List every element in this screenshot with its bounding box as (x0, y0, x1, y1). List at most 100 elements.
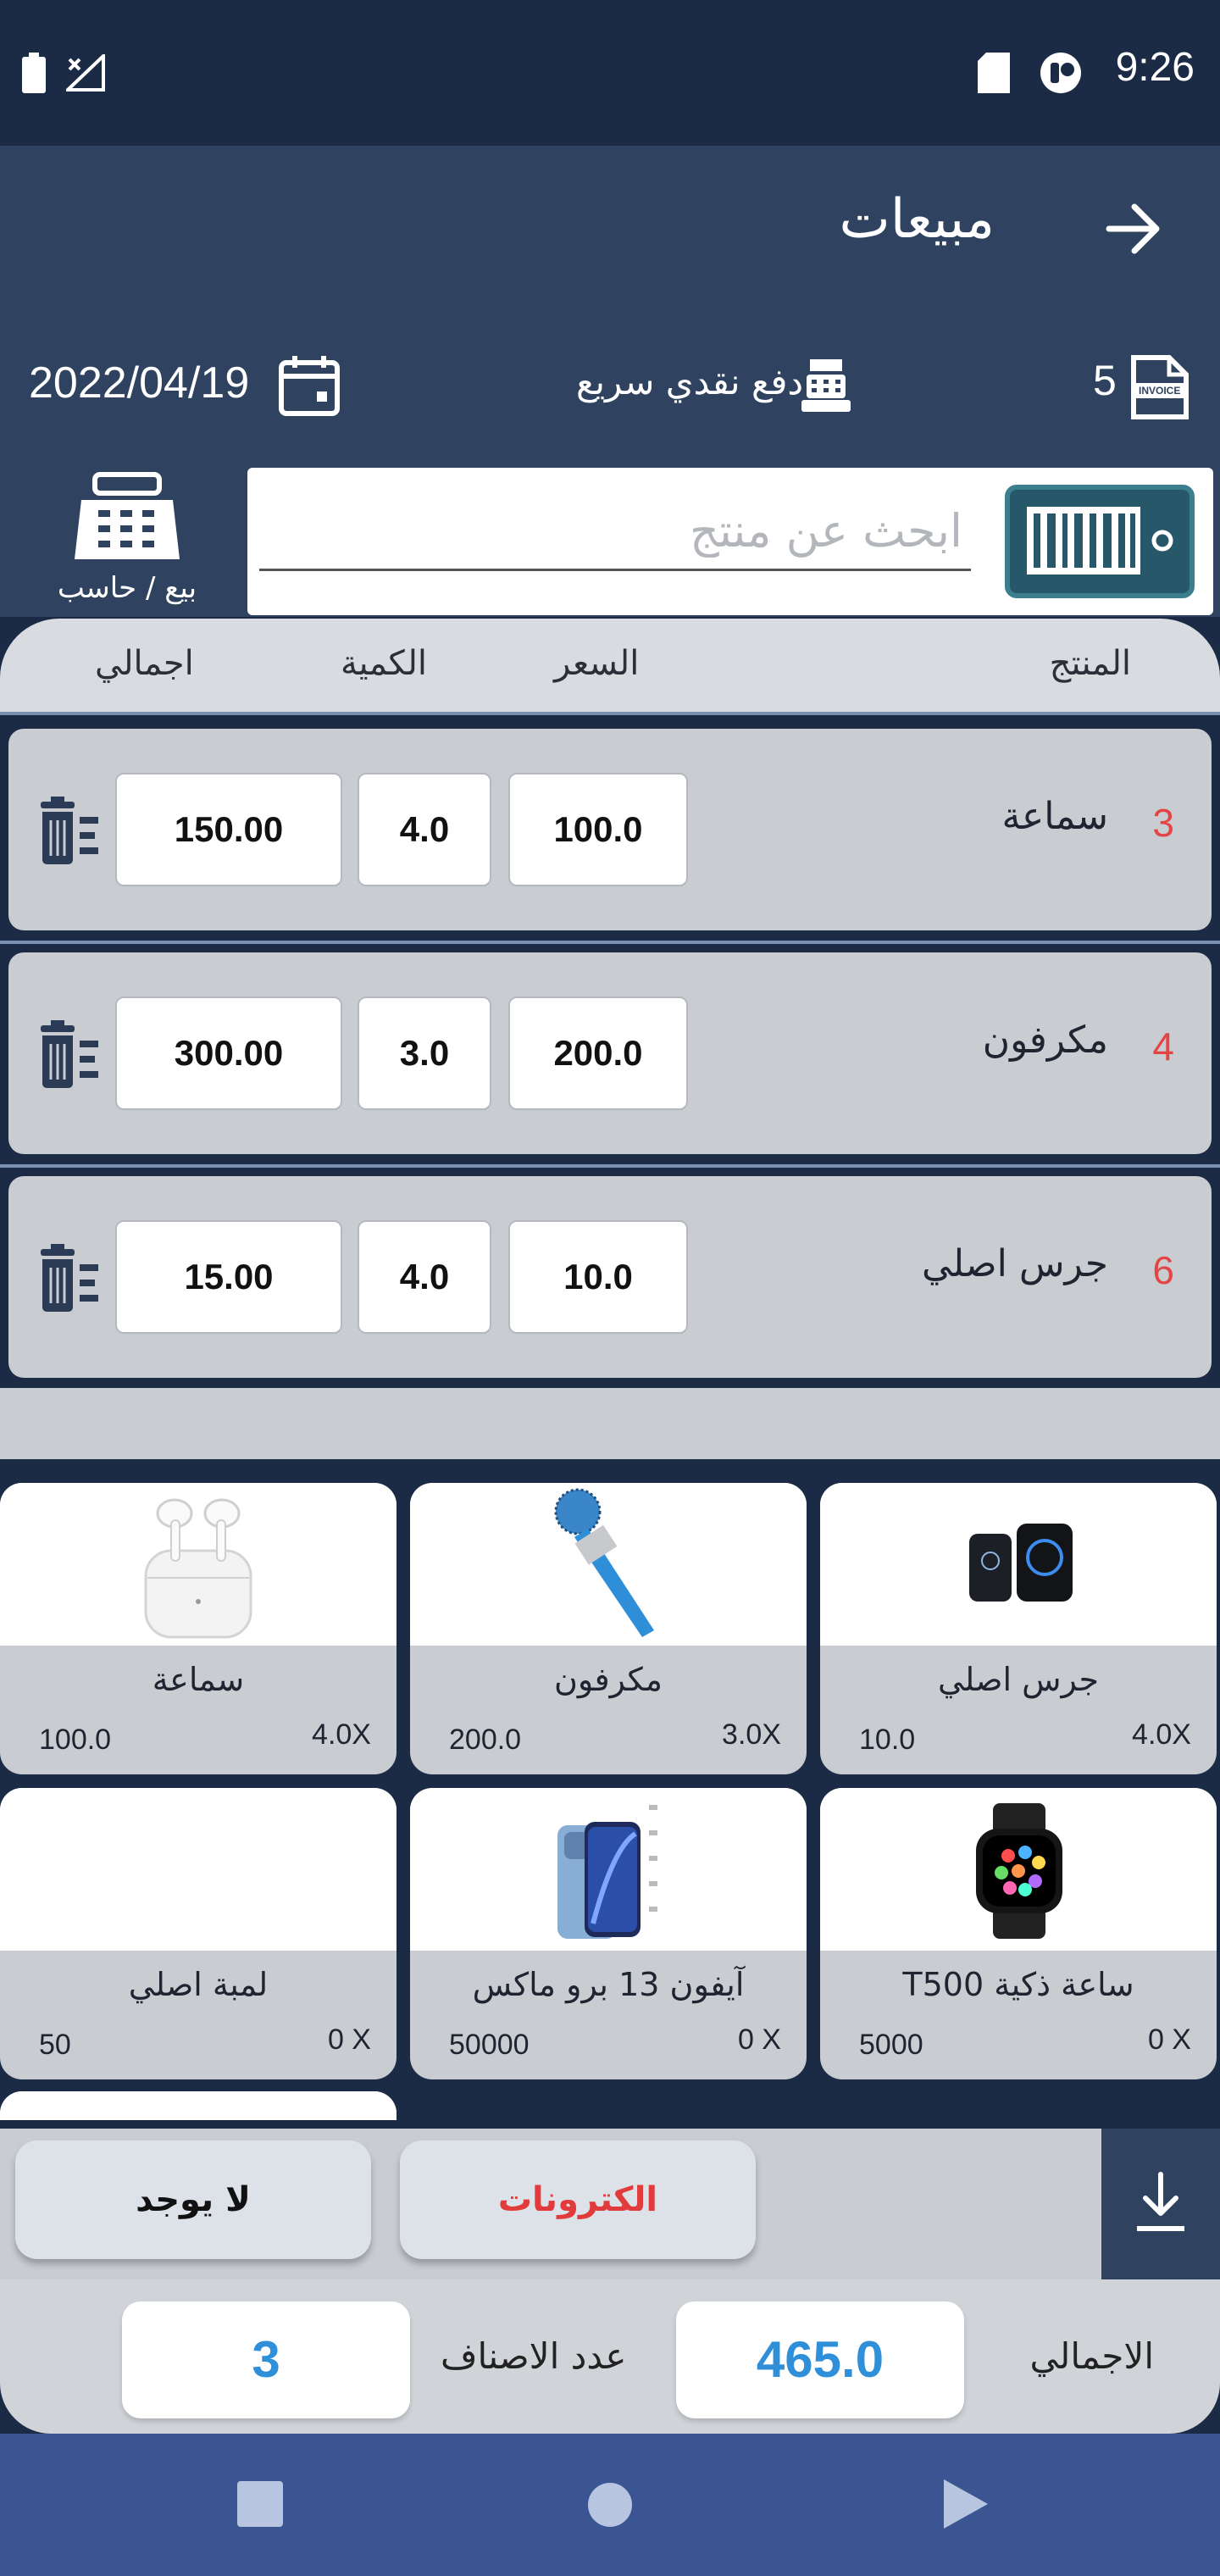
download-button[interactable] (1101, 2129, 1220, 2279)
product-name: مكرفون (553, 1661, 663, 1698)
product-name: لمبة اصلي (128, 1966, 269, 2003)
invoice-date[interactable]: 2022/04/19 (29, 358, 249, 408)
product-name: آيفون 13 برو ماكس (472, 1966, 745, 2003)
totals-panel: الاجمالي 465.0 عدد الاصناف 3 (0, 2279, 1220, 2434)
payment-none-button[interactable]: لا يوجد (15, 2140, 371, 2259)
header-quantity: الكمية (341, 644, 428, 683)
product-card[interactable]: سماعة 100.0 4.0X (0, 1483, 396, 1774)
doorbell-image (969, 1524, 1073, 1602)
item-number: 6 (1152, 1248, 1174, 1292)
invoice-number: 5 (1093, 357, 1117, 404)
header-total: اجمالي (95, 644, 194, 683)
product-price: 5000 (859, 2029, 923, 2061)
product-card[interactable]: جرس اصلي 10.0 4.0X (820, 1483, 1217, 1774)
product-price: 50 (39, 2029, 71, 2061)
status-bar: 9:26 (0, 0, 1220, 146)
page-title: مبيعات (839, 188, 995, 251)
recents-icon[interactable] (237, 2481, 283, 2527)
microphone-image (554, 1488, 654, 1637)
item-name: سماعة (1001, 795, 1108, 838)
item-quantity-field[interactable]: 4.0 (358, 773, 491, 886)
clock-time: 9:26 (1115, 45, 1195, 90)
product-price: 200.0 (449, 1724, 522, 1756)
product-image (820, 1788, 1217, 1951)
item-name: مكرفون (982, 1019, 1108, 1062)
iphone-image (557, 1805, 657, 1939)
delete-icon[interactable] (34, 795, 102, 866)
sd-card-icon (978, 53, 1010, 93)
product-qty: 0 X (1147, 2024, 1191, 2056)
item-price-field[interactable]: 100.0 (508, 773, 688, 886)
invoice-info-row: 2022/04/19 دفع نقدي سريع 5 INVOICE (0, 312, 1220, 464)
items-count-label: عدد الاصناف (441, 2335, 627, 2377)
back-arrow-icon[interactable] (1106, 203, 1162, 254)
product-name: جرس اصلي (938, 1661, 1099, 1698)
product-image (820, 1483, 1217, 1646)
item-name: جرس اصلي (922, 1242, 1108, 1285)
items-count-value: 3 (122, 2301, 410, 2418)
product-image (0, 1788, 396, 1951)
sell-calculator-label: بيع / حاسب (57, 571, 197, 605)
cash-register-icon (75, 472, 180, 559)
barcode-scan-button[interactable] (1005, 485, 1195, 598)
item-total-field[interactable]: 300.00 (115, 997, 342, 1110)
back-icon[interactable] (942, 2478, 990, 2530)
item-quantity-field[interactable]: 4.0 (358, 1220, 491, 1334)
sale-items-list: 3 سماعة 100.0 4.0 150.00 4 مكرفون 200.0 … (0, 712, 1220, 1390)
header-product: المنتج (1049, 644, 1131, 683)
product-price: 100.0 (39, 1724, 112, 1756)
item-price-field[interactable]: 200.0 (508, 997, 688, 1110)
item-number: 4 (1152, 1024, 1174, 1069)
payment-electronic-button[interactable]: الكترونات (400, 2140, 756, 2259)
product-image (0, 1483, 396, 1646)
no-signal-icon (66, 54, 105, 92)
total-label: الاجمالي (1029, 2335, 1154, 2377)
product-qty: 0 X (327, 2024, 371, 2056)
product-image (410, 1788, 807, 1951)
sale-item-row: 6 جرس اصلي 10.0 4.0 15.00 (8, 1176, 1212, 1378)
products-grid: جرس اصلي 10.0 4.0X مكرفون 200.0 3.0X سما… (0, 1459, 1220, 2120)
sell-calculator-button[interactable]: بيع / حاسب (34, 468, 220, 612)
delete-icon[interactable] (34, 1019, 102, 1090)
search-input[interactable] (259, 493, 971, 571)
invoice-icon-text: INVOICE (1139, 385, 1181, 397)
total-value: 465.0 (676, 2301, 964, 2418)
sale-item-row: 3 سماعة 100.0 4.0 150.00 (8, 729, 1212, 930)
search-box (247, 468, 1213, 615)
item-number: 3 (1152, 801, 1174, 845)
product-card[interactable]: آيفون 13 برو ماكس 50000 0 X (410, 1788, 807, 2079)
airpods-image (144, 1498, 252, 1639)
payment-mode-label: دفع نقدي سريع (576, 361, 804, 402)
calendar-icon[interactable] (278, 354, 341, 417)
system-nav-bar (0, 2434, 1220, 2576)
cash-register-icon (801, 359, 851, 412)
product-qty: 4.0X (1132, 1718, 1191, 1751)
product-image (0, 2091, 396, 2120)
list-footer-bar (0, 1388, 1220, 1459)
item-total-field[interactable]: 15.00 (115, 1220, 342, 1334)
product-qty: 3.0X (722, 1718, 781, 1751)
item-price-field[interactable]: 10.0 (508, 1220, 688, 1334)
delete-icon[interactable] (34, 1242, 102, 1313)
header-price: السعر (554, 644, 640, 683)
barcode-icon (1027, 507, 1173, 575)
product-name: سماعة (152, 1661, 245, 1698)
download-icon (1137, 2172, 1184, 2231)
product-card[interactable] (0, 2091, 396, 2120)
product-price: 10.0 (859, 1724, 916, 1756)
product-card[interactable]: مكرفون 200.0 3.0X (410, 1483, 807, 1774)
item-total-field[interactable]: 150.00 (115, 773, 342, 886)
items-table-header: المنتج السعر الكمية اجمالي (0, 619, 1220, 712)
home-icon[interactable] (586, 2481, 634, 2529)
smartwatch-image (976, 1803, 1062, 1939)
app-status-icon (1040, 53, 1081, 93)
sale-item-row: 4 مكرفون 200.0 3.0 300.00 (8, 952, 1212, 1154)
product-card[interactable]: لمبة اصلي 50 0 X (0, 1788, 396, 2079)
product-price: 50000 (449, 2029, 530, 2061)
product-image (410, 1483, 807, 1646)
battery-icon (22, 53, 46, 93)
app-bar: مبيعات (0, 146, 1220, 312)
item-quantity-field[interactable]: 3.0 (358, 997, 491, 1110)
payment-method-bar: لا يوجد الكترونات (0, 2129, 1220, 2279)
product-card[interactable]: ساعة ذكية T500 5000 0 X (820, 1788, 1217, 2079)
